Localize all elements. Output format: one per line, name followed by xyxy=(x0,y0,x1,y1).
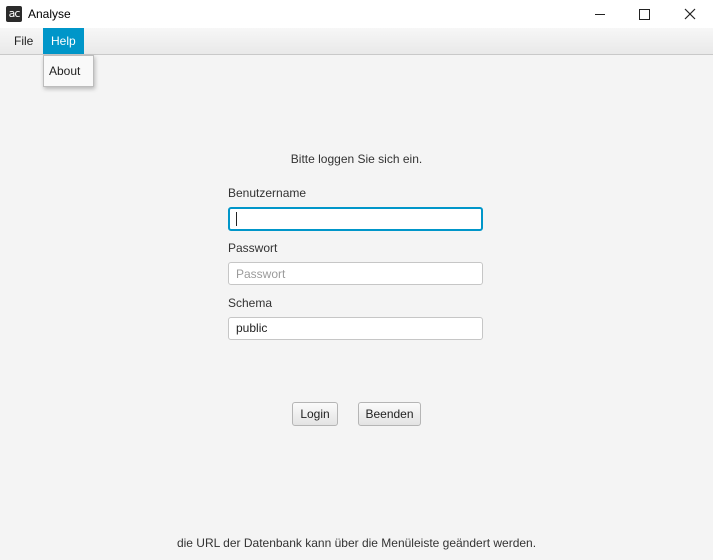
quit-button[interactable]: Beenden xyxy=(358,402,421,426)
help-dropdown: About xyxy=(43,55,94,87)
schema-label: Schema xyxy=(228,296,273,310)
title-bar: ac Analyse xyxy=(0,0,713,28)
menu-file[interactable]: File xyxy=(6,28,41,54)
minimize-icon xyxy=(595,13,605,15)
password-field[interactable] xyxy=(228,262,483,285)
app-icon: ac xyxy=(6,6,22,22)
maximize-button[interactable] xyxy=(621,0,667,28)
close-icon xyxy=(684,8,696,20)
login-prompt: Bitte loggen Sie sich ein. xyxy=(290,152,423,166)
text-caret xyxy=(236,212,237,226)
window-title: Analyse xyxy=(28,7,71,21)
footer-hint: die URL der Datenbank kann über die Menü… xyxy=(176,536,537,550)
username-field[interactable] xyxy=(228,207,483,231)
maximize-icon xyxy=(638,8,650,20)
menu-item-about[interactable]: About xyxy=(49,64,80,78)
close-button[interactable] xyxy=(667,0,713,28)
password-label: Passwort xyxy=(228,241,278,255)
minimize-button[interactable] xyxy=(577,0,623,28)
schema-field[interactable]: public xyxy=(228,317,483,340)
username-label: Benutzername xyxy=(228,186,307,200)
menu-bar: File Help xyxy=(0,28,713,55)
login-button[interactable]: Login xyxy=(292,402,338,426)
menu-help[interactable]: Help xyxy=(43,28,84,54)
